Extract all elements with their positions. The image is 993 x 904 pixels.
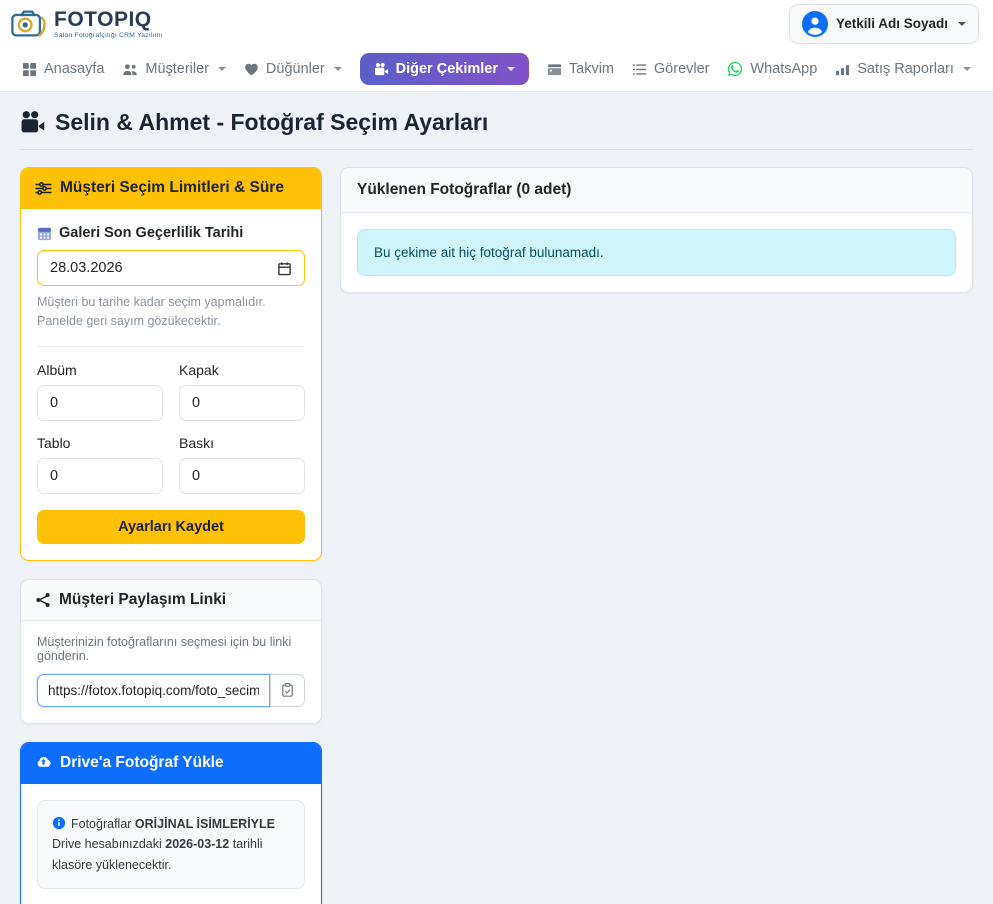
info-icon <box>52 816 66 830</box>
limit-field-kapak: Kapak <box>179 362 305 421</box>
app-logo[interactable]: FOTOPIQ Salon Fotoğrafçılığı CRM Yazılım… <box>10 7 163 40</box>
limit-field-baski: Baskı <box>179 435 305 494</box>
chevron-down-icon <box>334 67 342 71</box>
share-link-title: Müşteri Paylaşım Linki <box>59 591 226 609</box>
nav-item-anasayfa[interactable]: Anasayfa <box>22 61 104 77</box>
uploaded-photos-card: Yüklenen Fotoğraflar (0 adet) Bu çekime … <box>340 167 973 293</box>
page-title: Selin & Ahmet - Fotoğraf Seçim Ayarları <box>20 109 973 136</box>
bar-chart-icon <box>835 62 850 77</box>
share-link-card: Müşteri Paylaşım Linki Müşterinizin foto… <box>20 579 322 724</box>
card-divider <box>37 346 305 347</box>
drive-upload-card: Drive'a Fotoğraf Yükle Fotoğraflar ORİJİ… <box>20 742 322 904</box>
selection-limits-title: Müşteri Seçim Limitleri & Süre <box>60 179 284 197</box>
share-link-input[interactable] <box>37 674 270 707</box>
user-menu-button[interactable]: Yetkili Adı Soyadı <box>789 4 979 44</box>
video-camera-icon <box>374 62 389 77</box>
drive-upload-title: Drive'a Fotoğraf Yükle <box>60 754 224 772</box>
chevron-down-icon <box>507 67 515 71</box>
selection-limits-header: Müşteri Seçim Limitleri & Süre <box>21 168 321 209</box>
brand-name: FOTOPIQ <box>54 9 163 30</box>
user-name-label: Yetkili Adı Soyadı <box>836 16 948 31</box>
limit-field-album: Albüm <box>37 362 163 421</box>
album-limit-input[interactable] <box>37 385 163 421</box>
nav-item-musteriler[interactable]: Müşteriler <box>122 61 226 77</box>
uploaded-photos-title: Yüklenen Fotoğraflar (0 adet) <box>357 181 571 199</box>
heart-icon <box>244 62 259 77</box>
kapak-label: Kapak <box>179 362 305 378</box>
nav-item-satis-raporlari[interactable]: Satış Raporları <box>835 61 971 77</box>
camera-reels-icon <box>20 110 45 135</box>
chevron-down-icon <box>958 22 966 26</box>
user-avatar-icon <box>802 11 828 37</box>
kapak-limit-input[interactable] <box>179 385 305 421</box>
grid-icon <box>22 62 37 77</box>
date-picker-icon[interactable] <box>277 261 292 276</box>
drive-info-alert: Fotoğraflar ORİJİNAL İSİMLERİYLE Drive h… <box>37 800 305 890</box>
share-link-header: Müşteri Paylaşım Linki <box>21 580 321 621</box>
nav-label: Müşteriler <box>145 61 209 77</box>
album-label: Albüm <box>37 362 163 378</box>
main-nav: Anasayfa Müşteriler Düğünler Diğer Çekim… <box>0 47 993 92</box>
whatsapp-icon <box>727 61 743 77</box>
nav-label: Görevler <box>654 61 710 77</box>
calendar-icon <box>547 62 562 77</box>
cloud-upload-icon <box>35 754 52 771</box>
nav-label: WhatsApp <box>750 61 817 77</box>
chevron-down-icon <box>218 67 226 71</box>
copy-link-button[interactable] <box>270 674 305 707</box>
nav-item-takvim[interactable]: Takvim <box>547 61 614 77</box>
main-content: Selin & Ahmet - Fotoğraf Seçim Ayarları … <box>0 92 993 904</box>
nav-label: Anasayfa <box>44 61 104 77</box>
nav-item-diger-cekimler[interactable]: Diğer Çekimler <box>360 53 529 85</box>
baski-limit-input[interactable] <box>179 458 305 494</box>
sliders-icon <box>35 180 52 197</box>
gallery-expiry-date-input[interactable]: 28.03.2026 <box>37 250 305 286</box>
calendar-emoji-icon <box>37 226 52 241</box>
save-settings-button[interactable]: Ayarları Kaydet <box>37 510 305 544</box>
right-column: Yüklenen Fotoğraflar (0 adet) Bu çekime … <box>340 167 973 293</box>
nav-label: Diğer Çekimler <box>396 61 498 77</box>
limit-field-tablo: Tablo <box>37 435 163 494</box>
folder-date-emphasis: 2026-03-12 <box>165 837 229 851</box>
gallery-expiry-help: Müşteri bu tarihe kadar seçim yapmalıdır… <box>37 293 305 331</box>
selection-limits-card: Müşteri Seçim Limitleri & Süre Galeri So… <box>20 167 322 561</box>
date-value: 28.03.2026 <box>50 260 123 276</box>
tablo-limit-input[interactable] <box>37 458 163 494</box>
top-header: FOTOPIQ Salon Fotoğrafçılığı CRM Yazılım… <box>0 0 993 47</box>
page-title-text: Selin & Ahmet - Fotoğraf Seçim Ayarları <box>55 109 488 136</box>
share-link-help: Müşterinizin fotoğraflarını seçmesi için… <box>37 635 305 663</box>
clipboard-icon <box>280 682 295 698</box>
nav-label: Düğünler <box>266 61 325 77</box>
task-list-icon <box>632 62 647 77</box>
chevron-down-icon <box>963 67 971 71</box>
baski-label: Baskı <box>179 435 305 451</box>
gallery-expiry-label: Galeri Son Geçerlilik Tarihi <box>37 225 305 241</box>
camera-logo-icon <box>10 7 48 40</box>
brand-tagline: Salon Fotoğrafçılığı CRM Yazılımı <box>54 32 163 39</box>
no-photos-alert: Bu çekime ait hiç fotoğraf bulunamadı. <box>357 229 956 276</box>
nav-item-dugunler[interactable]: Düğünler <box>244 61 342 77</box>
nav-label: Satış Raporları <box>857 61 954 77</box>
uploaded-photos-header: Yüklenen Fotoğraflar (0 adet) <box>341 168 972 213</box>
left-column: Müşteri Seçim Limitleri & Süre Galeri So… <box>20 167 322 904</box>
share-icon <box>35 592 51 608</box>
nav-item-gorevler[interactable]: Görevler <box>632 61 710 77</box>
tablo-label: Tablo <box>37 435 163 451</box>
nav-item-whatsapp[interactable]: WhatsApp <box>727 61 817 77</box>
people-icon <box>122 62 138 77</box>
title-divider <box>20 149 973 150</box>
original-names-emphasis: ORİJİNAL İSİMLERİYLE <box>135 817 275 831</box>
nav-label: Takvim <box>569 61 614 77</box>
drive-upload-header: Drive'a Fotoğraf Yükle <box>21 743 321 784</box>
